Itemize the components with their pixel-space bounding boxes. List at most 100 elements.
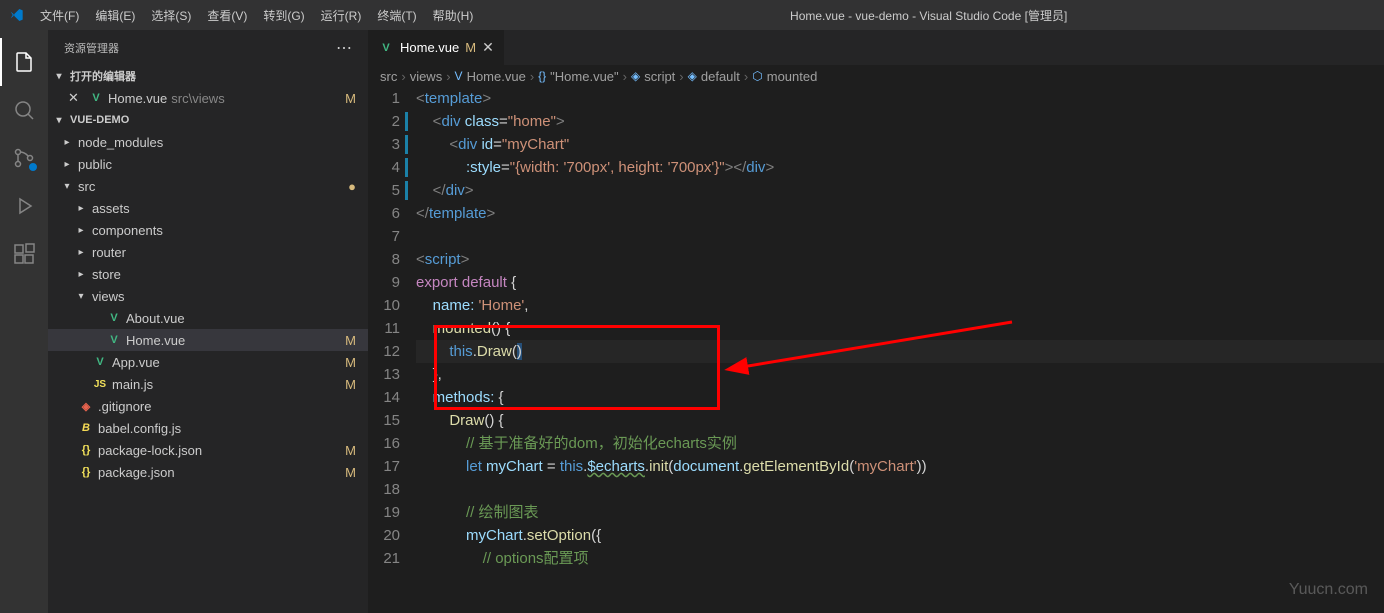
code-line[interactable] bbox=[416, 225, 1384, 248]
menu-item[interactable]: 查看(V) bbox=[199, 3, 255, 28]
tree-folder[interactable]: ▸router bbox=[48, 241, 368, 263]
project-header[interactable]: ▾ VUE-DEMO bbox=[48, 109, 368, 131]
project-name: VUE-DEMO bbox=[70, 114, 129, 126]
open-editors-header[interactable]: ▾ 打开的编辑器 bbox=[48, 65, 368, 87]
line-number: 16 bbox=[368, 432, 400, 455]
watermark: Yuucn.com bbox=[1289, 581, 1368, 599]
breadcrumb-item[interactable]: {}"Home.vue" bbox=[538, 69, 619, 84]
line-number: 15 bbox=[368, 409, 400, 432]
menu-item[interactable]: 转到(G) bbox=[255, 3, 312, 28]
menu-item[interactable]: 帮助(H) bbox=[425, 3, 482, 28]
code-line[interactable]: Draw() { bbox=[416, 409, 1384, 432]
code-line[interactable] bbox=[416, 478, 1384, 501]
line-number: 12 bbox=[368, 340, 400, 363]
line-number: 2 bbox=[368, 110, 400, 133]
code-line[interactable]: }, bbox=[416, 363, 1384, 386]
tree-folder[interactable]: ▸public bbox=[48, 153, 368, 175]
menu-item[interactable]: 编辑(E) bbox=[87, 3, 143, 28]
open-editors-label: 打开的编辑器 bbox=[70, 68, 136, 84]
tree-folder[interactable]: ▸components bbox=[48, 219, 368, 241]
item-label: package-lock.json bbox=[98, 443, 202, 458]
tree-folder[interactable]: ▸node_modules bbox=[48, 131, 368, 153]
json-file-icon: {} bbox=[78, 442, 94, 458]
explorer-icon[interactable] bbox=[0, 38, 48, 86]
code-line[interactable]: // 基于准备好的dom，初始化echarts实例 bbox=[416, 432, 1384, 455]
tree-file[interactable]: {} package-lock.json M bbox=[48, 439, 368, 461]
line-number: 3 bbox=[368, 133, 400, 156]
tree-file[interactable]: VHome.vueM bbox=[48, 329, 368, 351]
code-line[interactable]: :style="{width: '700px', height: '700px'… bbox=[416, 156, 1384, 179]
line-number: 7 bbox=[368, 225, 400, 248]
breadcrumb-item[interactable]: ◈default bbox=[688, 69, 740, 84]
code-lines[interactable]: <template> <div class="home"> <div id="m… bbox=[416, 87, 1384, 613]
close-icon[interactable]: ✕ bbox=[68, 90, 84, 106]
code-line[interactable]: methods: { bbox=[416, 386, 1384, 409]
tab-home-vue[interactable]: V Home.vue M ✕ bbox=[368, 30, 505, 65]
breadcrumb-separator: › bbox=[401, 69, 405, 84]
line-number: 4 bbox=[368, 156, 400, 179]
open-editor-item[interactable]: ✕ V Home.vue src\views M bbox=[48, 87, 368, 109]
tree-file[interactable]: {}package.jsonM bbox=[48, 461, 368, 483]
code-line[interactable]: myChart.setOption({ bbox=[416, 524, 1384, 547]
code-line[interactable]: let myChart = this.$echarts.init(documen… bbox=[416, 455, 1384, 478]
item-label: store bbox=[92, 267, 121, 282]
breadcrumb-separator: › bbox=[744, 69, 748, 84]
code-line[interactable]: mounted() { bbox=[416, 317, 1384, 340]
menu-bar: 文件(F)编辑(E)选择(S)查看(V)转到(G)运行(R)终端(T)帮助(H) bbox=[32, 3, 481, 28]
window-title: Home.vue - vue-demo - Visual Studio Code… bbox=[481, 7, 1376, 24]
breadcrumb-icon: ◈ bbox=[631, 69, 640, 83]
line-number: 20 bbox=[368, 524, 400, 547]
tree-file[interactable]: VAbout.vue bbox=[48, 307, 368, 329]
line-number: 8 bbox=[368, 248, 400, 271]
tree-folder[interactable]: ▾src● bbox=[48, 175, 368, 197]
code-line[interactable]: // options配置项 bbox=[416, 547, 1384, 570]
code-line[interactable]: this.Draw() bbox=[416, 340, 1384, 363]
breadcrumb-item[interactable]: src bbox=[380, 69, 397, 84]
code-line[interactable]: <script> bbox=[416, 248, 1384, 271]
modified-badge: M bbox=[345, 465, 356, 480]
item-label: babel.config.js bbox=[98, 421, 181, 436]
tree-file[interactable]: JSmain.jsM bbox=[48, 373, 368, 395]
code-line[interactable]: export default { bbox=[416, 271, 1384, 294]
breadcrumb-item[interactable]: views bbox=[410, 69, 443, 84]
tree-folder[interactable]: ▾views bbox=[48, 285, 368, 307]
chevron-down-icon: ▾ bbox=[52, 115, 66, 126]
menu-item[interactable]: 运行(R) bbox=[313, 3, 370, 28]
tab-modified-indicator: M bbox=[465, 40, 476, 55]
tree-folder[interactable]: ▸assets bbox=[48, 197, 368, 219]
code-line[interactable]: </template> bbox=[416, 202, 1384, 225]
line-number: 11 bbox=[368, 317, 400, 340]
modified-badge: M bbox=[345, 443, 356, 458]
tree-file[interactable]: Bbabel.config.js bbox=[48, 417, 368, 439]
breadcrumb-item[interactable]: ◈script bbox=[631, 69, 675, 84]
source-control-icon[interactable] bbox=[0, 134, 48, 182]
code-editor[interactable]: 123456789101112131415161718192021 <templ… bbox=[368, 87, 1384, 613]
item-label: src bbox=[78, 179, 95, 194]
line-number: 6 bbox=[368, 202, 400, 225]
tree-folder[interactable]: ▸store bbox=[48, 263, 368, 285]
activity-bar bbox=[0, 30, 48, 613]
code-line[interactable]: </div> bbox=[416, 179, 1384, 202]
code-line[interactable]: <template> bbox=[416, 87, 1384, 110]
vue-file-icon: V bbox=[88, 90, 104, 106]
code-line[interactable]: <div class="home"> bbox=[416, 110, 1384, 133]
line-number: 21 bbox=[368, 547, 400, 570]
menu-item[interactable]: 文件(F) bbox=[32, 3, 87, 28]
search-icon[interactable] bbox=[0, 86, 48, 134]
menu-item[interactable]: 终端(T) bbox=[369, 3, 424, 28]
chevron-icon: ▸ bbox=[74, 225, 88, 236]
run-debug-icon[interactable] bbox=[0, 182, 48, 230]
sidebar-more-icon[interactable]: ⋯ bbox=[336, 38, 352, 58]
menu-item[interactable]: 选择(S) bbox=[143, 3, 199, 28]
breadcrumb-item[interactable]: VHome.vue bbox=[455, 69, 526, 84]
close-icon[interactable]: ✕ bbox=[482, 39, 494, 56]
code-line[interactable]: name: 'Home', bbox=[416, 294, 1384, 317]
tree-file[interactable]: ◈.gitignore bbox=[48, 395, 368, 417]
scm-badge-icon bbox=[28, 162, 38, 172]
breadcrumb-item[interactable]: ⬡mounted bbox=[752, 69, 817, 84]
code-line[interactable]: // 绘制图表 bbox=[416, 501, 1384, 524]
extensions-icon[interactable] bbox=[0, 230, 48, 278]
tree-file[interactable]: VApp.vueM bbox=[48, 351, 368, 373]
code-line[interactable]: <div id="myChart" bbox=[416, 133, 1384, 156]
breadcrumb[interactable]: src›views›VHome.vue›{}"Home.vue"›◈script… bbox=[368, 65, 1384, 87]
